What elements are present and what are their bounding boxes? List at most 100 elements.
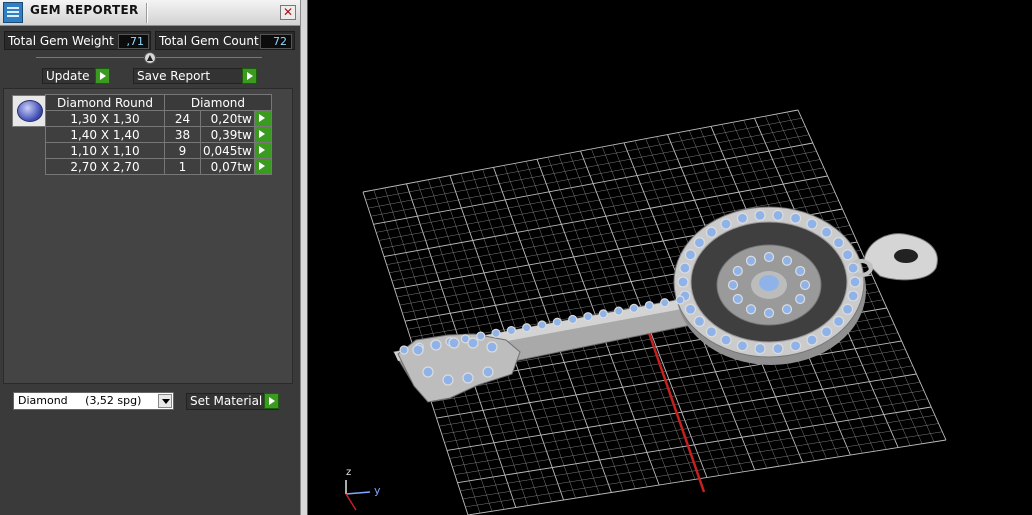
gem-count-cell: 38 xyxy=(164,126,201,143)
gem-stone xyxy=(491,328,501,338)
gem-stone xyxy=(736,212,749,224)
gem-count-cell: 9 xyxy=(164,142,201,159)
gem-thumbnail-icon[interactable] xyxy=(12,95,48,127)
gem-stone xyxy=(552,317,562,327)
update-button-label: Update xyxy=(46,69,90,83)
gem-stone xyxy=(583,312,593,322)
gem-stone xyxy=(806,334,818,346)
row-select-button[interactable] xyxy=(253,142,272,159)
gem-reporter-panel: GEM REPORTER ✕ Total Gem Weight ,71 Tota… xyxy=(0,0,300,515)
gem-stone xyxy=(720,334,732,346)
title-bar[interactable]: GEM REPORTER ✕ xyxy=(0,0,300,26)
grid-line xyxy=(452,390,924,467)
gem-weight-cell: 0,20tw xyxy=(200,110,255,127)
total-gem-weight-label: Total Gem Weight xyxy=(8,34,114,48)
gem-stone xyxy=(789,340,802,352)
table-row[interactable]: 1,40 X 1,40 38 0,39tw xyxy=(45,126,272,143)
gem-stone xyxy=(660,298,670,308)
panel-splitter[interactable] xyxy=(300,0,308,515)
gem-stone xyxy=(799,279,811,291)
key-pendant-model xyxy=(393,206,938,403)
gem-stone xyxy=(684,303,697,315)
gem-stone xyxy=(422,366,434,378)
play-icon xyxy=(95,68,110,84)
gem-stone xyxy=(644,300,654,311)
set-material-button[interactable]: Set Material xyxy=(186,393,279,410)
gem-weight-cell: 0,39tw xyxy=(200,126,255,143)
gem-stone xyxy=(781,304,793,315)
gem-stone xyxy=(745,255,757,266)
gem-stone xyxy=(727,279,739,291)
column-header-shape[interactable]: Diamond Round xyxy=(45,94,165,111)
gem-stone xyxy=(847,290,859,302)
gem-stone xyxy=(399,345,409,355)
gem-stone xyxy=(732,265,743,277)
material-select-value: Diamond (3,52 spg) xyxy=(18,394,142,407)
close-icon[interactable]: ✕ xyxy=(280,5,296,20)
gem-stone xyxy=(412,344,424,356)
row-select-button[interactable] xyxy=(253,126,272,143)
z-axis-label: z xyxy=(346,467,352,478)
gem-size-cell: 1,10 X 1,10 xyxy=(45,142,165,159)
gem-stone xyxy=(841,249,854,261)
gem-stone xyxy=(795,265,806,277)
viewport-canvas[interactable] xyxy=(308,0,1032,515)
chevron-down-icon[interactable] xyxy=(158,394,172,408)
gem-stone xyxy=(467,337,479,349)
gem-stone xyxy=(820,226,833,238)
table-row[interactable]: 2,70 X 2,70 1 0,07tw xyxy=(45,158,272,175)
gem-stone xyxy=(705,226,718,238)
gem-size-cell: 2,70 X 2,70 xyxy=(45,158,165,175)
gem-stone xyxy=(693,237,706,249)
gem-list-area: Diamond Round Diamond 1,30 X 1,30 24 0,2… xyxy=(3,88,293,384)
gem-stone xyxy=(430,339,442,351)
save-report-button[interactable]: Save Report xyxy=(133,68,257,84)
gem-stone xyxy=(754,343,766,355)
gem-size-cell: 1,40 X 1,40 xyxy=(45,126,165,143)
title-separator xyxy=(146,3,148,23)
gem-stone xyxy=(736,340,749,352)
update-button[interactable]: Update xyxy=(42,68,110,84)
total-gem-weight-field: Total Gem Weight ,71 xyxy=(4,31,151,50)
gem-stone xyxy=(806,218,818,230)
gem-stone xyxy=(693,315,706,327)
row-select-button[interactable] xyxy=(253,110,272,127)
gem-stone xyxy=(482,366,494,378)
table-row[interactable]: 1,30 X 1,30 24 0,20tw xyxy=(45,110,272,127)
gem-stone xyxy=(763,251,775,263)
total-gem-weight-value: ,71 xyxy=(118,34,149,49)
gem-stone xyxy=(448,337,460,349)
gem-stone xyxy=(462,372,474,384)
gem-stone xyxy=(679,262,691,274)
row-select-button[interactable] xyxy=(253,158,272,175)
gem-stone xyxy=(849,276,861,288)
gem-stone xyxy=(684,249,697,261)
collapse-icon[interactable]: ▲ xyxy=(144,52,156,64)
play-icon xyxy=(255,143,271,158)
total-gem-count-field: Total Gem Count 72 xyxy=(155,31,295,50)
gem-stone xyxy=(629,303,639,313)
gem-weight-cell: 0,045tw xyxy=(200,142,255,159)
gem-stone xyxy=(832,237,845,249)
gem-stone xyxy=(568,314,578,325)
gem-stone xyxy=(705,326,718,338)
gem-stone xyxy=(732,293,743,305)
material-select[interactable]: Diamond (3,52 spg) xyxy=(13,392,174,410)
gem-stone xyxy=(522,323,532,333)
gem-stone xyxy=(537,320,547,330)
play-icon xyxy=(255,111,271,126)
gem-stone xyxy=(832,315,845,327)
gem-stone xyxy=(506,325,516,336)
gem-stone xyxy=(795,293,806,305)
gem-stone xyxy=(745,304,757,315)
3d-viewport[interactable]: z y xyxy=(308,0,1032,515)
column-header-material[interactable]: Diamond xyxy=(164,94,272,111)
gem-stone xyxy=(772,343,784,355)
gem-stone xyxy=(763,307,775,319)
gem-stone xyxy=(442,374,454,386)
gem-stone xyxy=(754,209,766,221)
table-row[interactable]: 1,10 X 1,10 9 0,045tw xyxy=(45,142,272,159)
gem-weight-cell: 0,07tw xyxy=(200,158,255,175)
gem-stone xyxy=(614,306,624,316)
gem-stone xyxy=(781,255,793,266)
